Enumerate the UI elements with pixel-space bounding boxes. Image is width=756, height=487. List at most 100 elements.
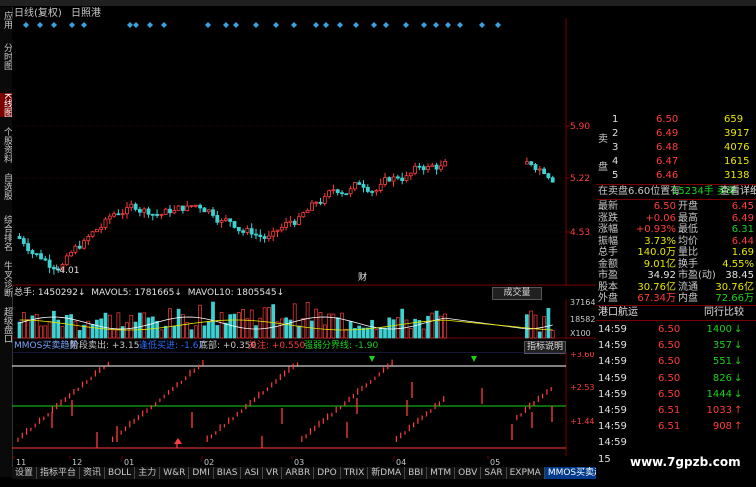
level-number: 5	[612, 170, 619, 181]
indicator-tab-10[interactable]: ARBR	[282, 467, 315, 479]
volume-bar	[34, 313, 39, 339]
indicator-tab-8[interactable]: ASI	[241, 467, 263, 479]
indicator-tab-7[interactable]: BIAS	[214, 467, 242, 479]
volume-bar	[310, 320, 314, 339]
level-price: 6.50	[656, 114, 679, 125]
volume-bar	[129, 315, 134, 339]
level-price: 6.46	[656, 170, 679, 181]
candle	[95, 228, 99, 233]
volume-tick: 18582	[570, 315, 595, 324]
volume-bar	[430, 312, 435, 339]
left-tab-0[interactable]: 应用	[0, 11, 12, 29]
quote-row: 金额 9.01亿 换手 4.55%	[596, 259, 756, 271]
large-order-info: 在卖盘6.60位置有 15234手 卖单 查看详细	[596, 186, 756, 198]
volume-bar	[202, 325, 207, 339]
indicator-tab-17[interactable]: SAR	[481, 467, 507, 479]
quote-label: 振幅	[598, 235, 618, 247]
price-tick: 4.53	[570, 228, 590, 238]
volume-bar	[219, 312, 224, 339]
left-tab-3[interactable]: 个股资料	[0, 127, 12, 163]
quote-row: 振幅 3.73% 均价 6.44	[596, 236, 756, 248]
volume-bar	[378, 327, 383, 339]
indicator-tab-5[interactable]: W&R	[160, 467, 190, 479]
volume-bar	[404, 319, 409, 339]
tick-volume: 826	[712, 372, 732, 384]
sector-name[interactable]: 港口航运	[598, 307, 638, 319]
date-tick: 03	[294, 458, 304, 467]
indicator-tab-14[interactable]: BBI	[405, 467, 428, 479]
volume-bar	[357, 325, 362, 339]
indicator-divide-line: 强弱分界线: -1.90	[304, 341, 379, 351]
volume-bar	[69, 314, 73, 339]
quote-value: +0.06	[645, 212, 676, 224]
tick-price: 6.51	[658, 421, 681, 433]
volume-bar	[181, 314, 185, 339]
volume-bar	[215, 325, 220, 339]
left-tab-2[interactable]: K线图	[0, 93, 12, 117]
volume-bar	[112, 329, 116, 339]
indicator-tab-0[interactable]: 设置	[12, 467, 38, 479]
volume-bar	[206, 321, 211, 339]
tick-row: 14:59 6.50 826 ↓	[596, 373, 756, 385]
tick-volume: 908	[712, 421, 732, 433]
top-menu-bar	[0, 0, 756, 6]
sell-level-row: 4 6.47 1615	[596, 156, 756, 168]
arrow-up-icon: ↑	[734, 405, 743, 416]
volume-bar	[546, 308, 551, 339]
left-tab-6[interactable]: 牛叉诊断	[0, 261, 12, 297]
volume-bar	[150, 316, 155, 339]
volume-bar	[249, 309, 254, 339]
info-text: 在卖盘6.60位置有	[598, 186, 681, 197]
quote-value: 72.66万	[715, 293, 754, 304]
detail-button[interactable]: 查看详细	[720, 186, 756, 198]
indicator-tab-18[interactable]: EXPMA	[507, 467, 545, 479]
quote-value: 1.69	[731, 247, 754, 258]
volume-bar	[39, 325, 43, 339]
indicator-tab-13[interactable]: 新DMA	[368, 467, 406, 479]
volume-bar	[52, 310, 56, 339]
candle	[176, 204, 181, 211]
indicator-tick: +3.60	[570, 352, 595, 359]
volume-bar	[163, 325, 168, 339]
left-tab-7[interactable]: 超级盘口	[0, 307, 12, 343]
indicator-stage-sell: 阶段卖出: +3.15	[70, 341, 140, 351]
tick-time: 14:59	[598, 324, 627, 335]
tick-time: 14:59	[598, 405, 627, 416]
candlestick-chart[interactable]: 5.90 5.22 4.53 └4.01 财	[12, 18, 596, 286]
quote-value: 30.76亿	[715, 281, 754, 293]
indicator-tab-11[interactable]: DPO	[314, 467, 341, 479]
volume-bar	[262, 307, 267, 339]
indicator-tab-2[interactable]: 资讯	[80, 467, 106, 479]
peer-compare-button[interactable]: 同行比较	[704, 307, 744, 319]
quote-value: 6.49	[731, 212, 754, 224]
tick-row: 14:59 6.50 551 ↓	[596, 356, 756, 368]
indicator-tab-16[interactable]: OBV	[455, 467, 482, 479]
indicator-title: MMOS买卖趋势	[14, 341, 79, 351]
quote-row: 涨幅 +0.93% 最低 6.31	[596, 224, 756, 236]
left-tab-4[interactable]: 自选股	[0, 173, 12, 200]
volume-bar	[95, 319, 99, 339]
stock-terminal-window: { "title_bar": { "period": "日线(复权)", "re…	[0, 0, 756, 487]
indicator-tab-3[interactable]: BOLL	[105, 467, 136, 479]
level-number: 4	[612, 156, 619, 167]
quote-label: 最新	[598, 201, 618, 212]
indicator-tab-12[interactable]: TRIX	[341, 467, 369, 479]
finance-marker: 财	[358, 271, 367, 283]
indicator-tab-4[interactable]: 主力	[135, 467, 161, 479]
indicator-tab-1[interactable]: 指标平台	[37, 467, 81, 479]
status-bar	[0, 479, 756, 487]
quote-row: 涨跌 +0.06 最高 6.49	[596, 213, 756, 225]
quote-label: 均价	[678, 235, 698, 247]
volume-bar	[267, 307, 271, 339]
indicator-tab-6[interactable]: DMI	[189, 467, 214, 479]
volume-bar	[172, 325, 177, 339]
quote-value: 6.31	[731, 224, 754, 235]
arrow-down-icon: ↓	[734, 372, 743, 384]
indicator-tab-19[interactable]: MMOS买卖趋势	[544, 467, 596, 479]
left-tab-5[interactable]: 综合排名	[0, 215, 12, 251]
indicator-tab-15[interactable]: MTM	[427, 467, 456, 479]
quote-row: 市盈 34.92 市盈(动) 38.45	[596, 270, 756, 282]
indicator-tab-9[interactable]: VR	[263, 467, 283, 479]
left-tab-1[interactable]: 分时图	[0, 43, 12, 70]
quote-value: 6.44	[731, 235, 754, 247]
